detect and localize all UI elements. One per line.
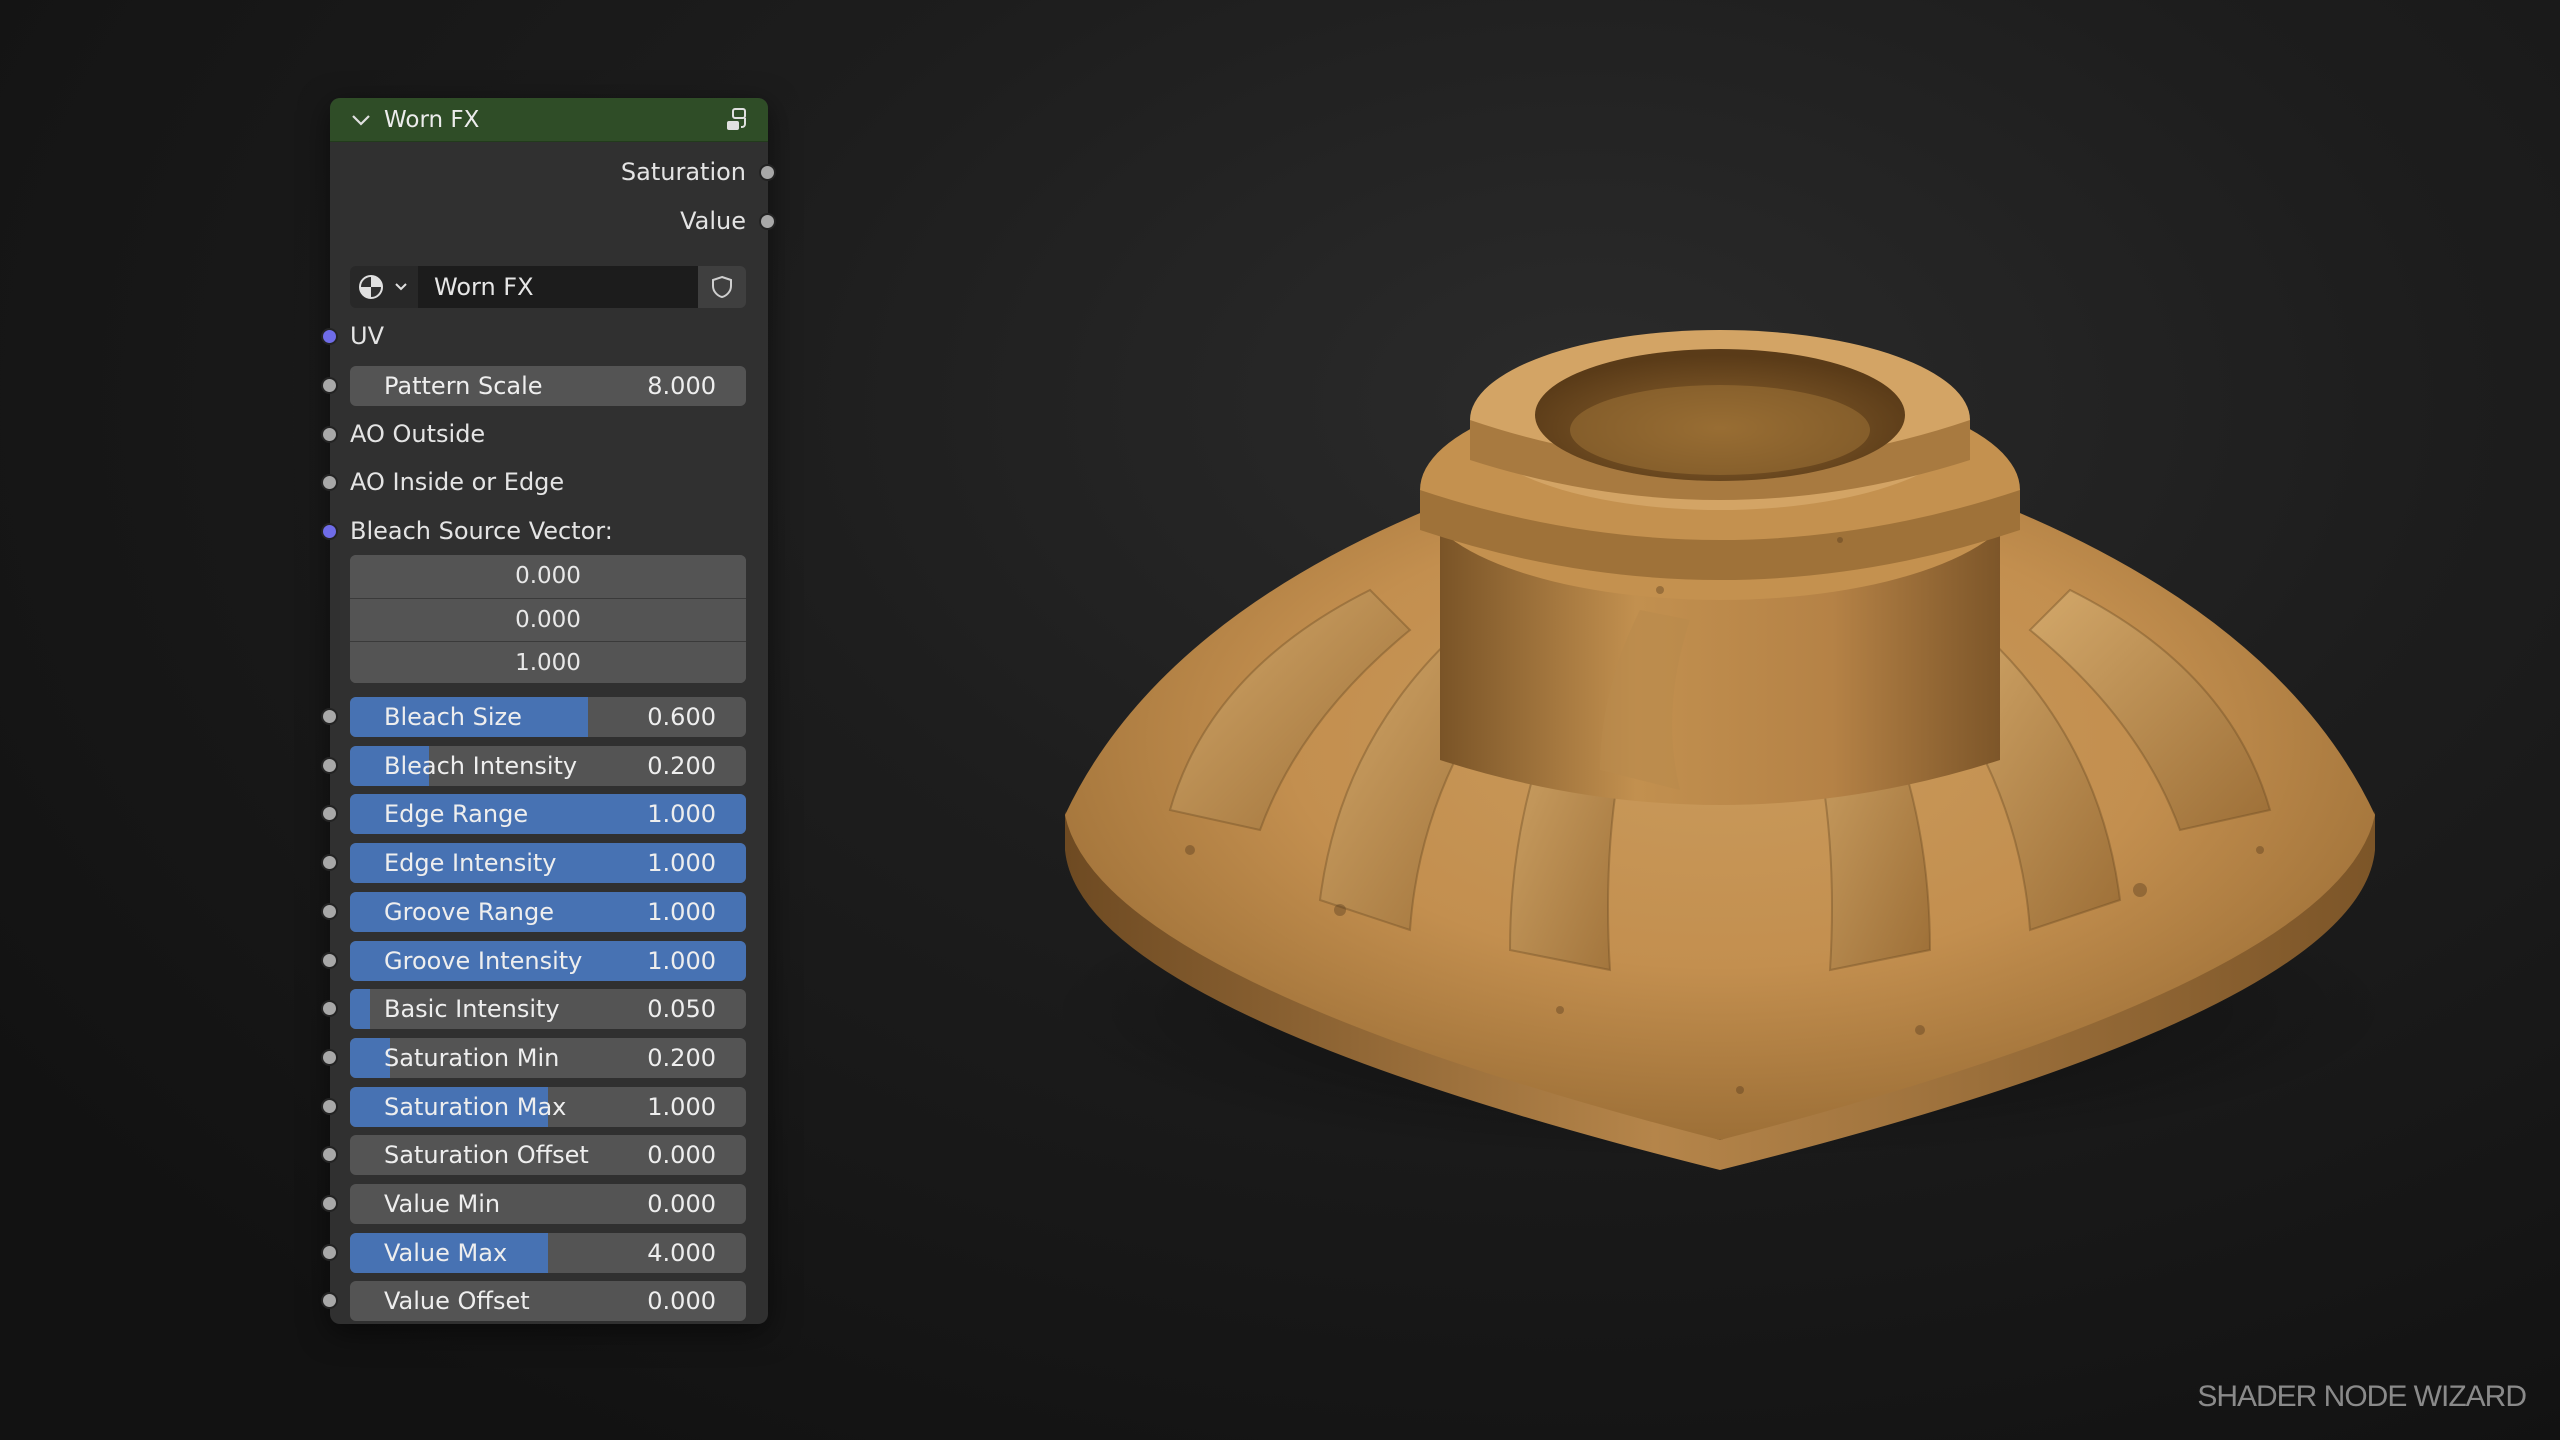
slider-fill	[350, 989, 370, 1029]
shield-icon	[712, 275, 732, 299]
input-socket[interactable]	[321, 1195, 338, 1212]
slider-field[interactable]: Edge Range 1.000	[350, 794, 746, 834]
slider-label: Edge Range	[384, 800, 529, 828]
worn-fx-node[interactable]: Worn FX Saturation Value Worn FX UV Patt…	[321, 98, 776, 1324]
group-type-dropdown[interactable]	[350, 266, 418, 308]
vector-z-field[interactable]: 1.000	[350, 641, 746, 683]
slider-label: Edge Intensity	[384, 849, 557, 877]
input-socket[interactable]	[321, 952, 338, 969]
slider-value: 0.000	[647, 1141, 716, 1169]
input-socket[interactable]	[321, 1049, 338, 1066]
slider-field[interactable]: Basic Intensity 0.050	[350, 989, 746, 1029]
slider-value: 0.000	[647, 1190, 716, 1218]
input-socket[interactable]	[321, 854, 338, 871]
slider-value: 0.200	[647, 752, 716, 780]
slider-field[interactable]: Groove Intensity 1.000	[350, 941, 746, 981]
vector-x-field[interactable]: 0.000	[350, 555, 746, 597]
input-ao-outside-socket[interactable]	[321, 426, 338, 443]
chevron-down-icon[interactable]	[350, 109, 372, 131]
slider-field[interactable]: Groove Range 1.000	[350, 892, 746, 932]
vector-y-field[interactable]: 0.000	[350, 598, 746, 640]
output-saturation-socket[interactable]	[759, 164, 776, 181]
output-value-socket[interactable]	[759, 213, 776, 230]
input-socket[interactable]	[321, 1146, 338, 1163]
input-pattern-scale-socket[interactable]	[321, 377, 338, 394]
watermark: SHADER NODE WIZARD	[2197, 1380, 2527, 1413]
slider-value: 0.200	[647, 1044, 716, 1072]
input-socket[interactable]	[321, 708, 338, 725]
output-value-label: Value	[680, 207, 746, 235]
field-label: Pattern Scale	[384, 372, 543, 400]
node-group-icon[interactable]	[724, 107, 752, 135]
input-uv-label: UV	[350, 322, 384, 350]
slider-label: Value Offset	[384, 1287, 530, 1315]
node-header[interactable]: Worn FX	[330, 98, 768, 142]
slider-field[interactable]: Value Max 4.000	[350, 1233, 746, 1273]
fake-user-button[interactable]	[698, 266, 746, 308]
input-bleach-vector-label: Bleach Source Vector:	[350, 517, 613, 545]
slider-label: Bleach Size	[384, 703, 522, 731]
input-ao-outside-label: AO Outside	[350, 420, 486, 448]
slider-label: Groove Range	[384, 898, 554, 926]
input-socket[interactable]	[321, 903, 338, 920]
slider-value: 0.600	[647, 703, 716, 731]
bleach-vector-fields: 0.000 0.000 1.000	[350, 555, 746, 683]
slider-field[interactable]: Saturation Offset 0.000	[350, 1135, 746, 1175]
slider-value: 0.050	[647, 995, 716, 1023]
input-bleach-vector-socket[interactable]	[321, 523, 338, 540]
slider-label: Basic Intensity	[384, 995, 560, 1023]
input-uv-socket[interactable]	[321, 328, 338, 345]
slider-label: Saturation Offset	[384, 1141, 589, 1169]
shader-sphere-icon	[359, 275, 407, 299]
node-title: Worn FX	[384, 107, 480, 133]
slider-field[interactable]: Edge Intensity 1.000	[350, 843, 746, 883]
slider-value: 0.000	[647, 1287, 716, 1315]
slider-field[interactable]: Saturation Min 0.200	[350, 1038, 746, 1078]
input-ao-inside-socket[interactable]	[321, 474, 338, 491]
slider-value: 1.000	[647, 800, 716, 828]
slider-field[interactable]: Bleach Intensity 0.200	[350, 746, 746, 786]
rendered-3d-object	[1040, 330, 2400, 1170]
slider-label: Bleach Intensity	[384, 752, 578, 780]
slider-value: 4.000	[647, 1239, 716, 1267]
slider-label: Saturation Max	[384, 1093, 567, 1121]
slider-value: 1.000	[647, 898, 716, 926]
input-ao-inside-label: AO Inside or Edge	[350, 468, 565, 496]
slider-field[interactable]: Bleach Size 0.600	[350, 697, 746, 737]
field-value: 8.000	[647, 372, 716, 400]
slider-value: 1.000	[647, 849, 716, 877]
group-name-field[interactable]: Worn FX	[418, 266, 698, 308]
slider-value: 1.000	[647, 1093, 716, 1121]
input-socket[interactable]	[321, 1098, 338, 1115]
input-socket[interactable]	[321, 1292, 338, 1309]
input-socket[interactable]	[321, 757, 338, 774]
slider-field[interactable]: Value Min 0.000	[350, 1184, 746, 1224]
input-socket[interactable]	[321, 1000, 338, 1017]
pattern-scale-field[interactable]: Pattern Scale 8.000	[350, 366, 746, 406]
output-saturation-label: Saturation	[620, 158, 746, 186]
slider-label: Value Max	[384, 1239, 508, 1267]
slider-value: 1.000	[647, 947, 716, 975]
slider-label: Saturation Min	[384, 1044, 560, 1072]
node-group-selector[interactable]: Worn FX	[350, 266, 746, 308]
slider-label: Value Min	[384, 1190, 501, 1218]
slider-field[interactable]: Value Offset 0.000	[350, 1281, 746, 1321]
input-socket[interactable]	[321, 1244, 338, 1261]
input-socket[interactable]	[321, 805, 338, 822]
slider-label: Groove Intensity	[384, 947, 583, 975]
slider-field[interactable]: Saturation Max 1.000	[350, 1087, 746, 1127]
